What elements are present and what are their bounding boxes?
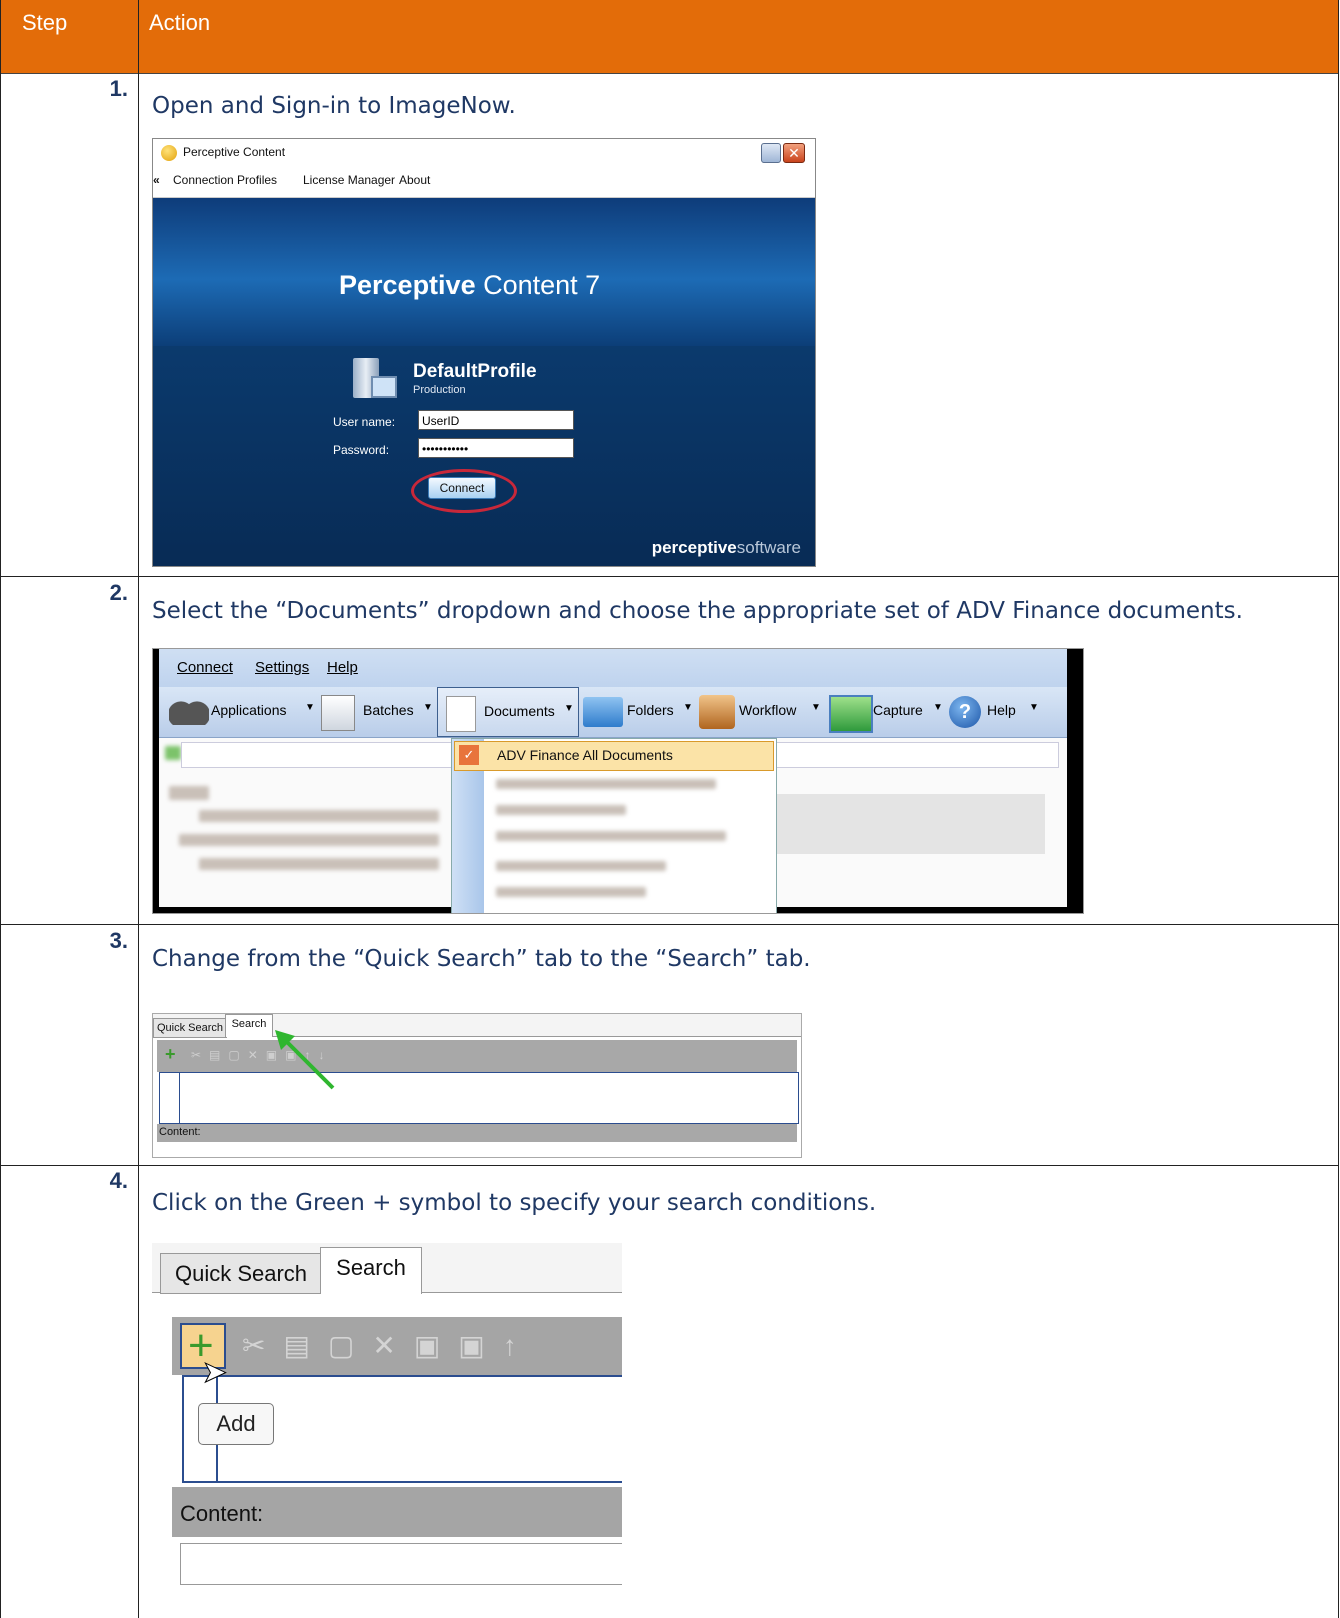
grid-line (0, 0, 1, 1618)
header-step: Step (22, 10, 68, 35)
window-title: Perceptive Content (183, 145, 286, 159)
step-number: 1. (109, 76, 128, 101)
chevron-down-icon: ▼ (811, 702, 821, 713)
menu-about[interactable]: About (399, 173, 430, 187)
search-tabs-screenshot: Quick Search Search + ✂▤▢✕▣▣↑↓ Content: (152, 1013, 802, 1158)
toolbar-icons: ✂▤▢✕▣▣↑ (242, 1330, 535, 1361)
add-tooltip: Add (198, 1403, 274, 1445)
documents-dropdown-menu: ✓ ADV Finance All Documents (451, 738, 777, 913)
footer-logo: perceptivesoftware (651, 538, 801, 557)
workflow-icon (699, 695, 735, 729)
minimize-icon[interactable] (761, 143, 781, 163)
toolbar-documents: Documents (484, 703, 555, 719)
toolbar-applications[interactable]: Applications (211, 702, 287, 718)
dropdown-item-label: ADV Finance All Documents (497, 747, 673, 763)
app-toolbar: Applications ▼ Batches ▼ Documents ▼ Fol… (159, 687, 1067, 738)
login-banner: Perceptive Content 7 (153, 198, 815, 346)
app-menubar: Connect Settings Help (159, 649, 1067, 687)
close-icon[interactable]: ✕ (783, 143, 805, 163)
username-input[interactable]: UserID (418, 410, 574, 430)
tab-quick-search[interactable]: Quick Search (160, 1253, 322, 1294)
toolbar-workflow[interactable]: Workflow (739, 702, 796, 718)
add-condition-screenshot: Quick Search Search + ✂▤▢✕▣▣↑ ➤ Add Cont… (152, 1243, 622, 1611)
content-input[interactable] (180, 1543, 622, 1585)
grid-line (1338, 0, 1339, 1618)
username-label: User name: (333, 415, 396, 429)
password-label: Password: (333, 443, 390, 457)
header-action: Action (149, 10, 211, 35)
add-icon[interactable]: + (165, 1044, 176, 1065)
menu-help[interactable]: Help (327, 659, 358, 676)
help-icon: ? (949, 696, 981, 728)
step-text: Click on the Green + symbol to specify y… (152, 1190, 877, 1216)
grid-line (0, 1165, 1339, 1166)
brand-title: Perceptive Content 7 (339, 270, 601, 300)
app-window: Connect Settings Help Applications ▼ Bat… (159, 649, 1067, 913)
tab-search[interactable]: Search (320, 1247, 422, 1294)
collapse-icon[interactable]: « (153, 173, 160, 187)
profile-name: DefaultProfile (413, 361, 537, 382)
chevron-down-icon: ▼ (564, 703, 574, 714)
cursor-icon: ➤ (201, 1356, 228, 1390)
chevron-down-icon: ▼ (305, 702, 315, 713)
step-text: Change from the “Quick Search” tab to th… (152, 946, 811, 972)
arrow-icon (275, 1030, 335, 1090)
documents-button[interactable]: Documents ▼ (437, 687, 579, 737)
step-number: 2. (109, 580, 128, 605)
step-text: Select the “Documents” dropdown and choo… (152, 598, 1243, 624)
check-icon: ✓ (459, 745, 479, 765)
content-label: Content: (159, 1126, 201, 1138)
password-input[interactable]: ••••••••••• (418, 438, 574, 458)
login-window-screenshot: Perceptive Content ✕ « Connection Profil… (152, 138, 816, 567)
window-titlebar: Perceptive Content ✕ (153, 139, 815, 167)
toolbar-capture[interactable]: Capture (873, 702, 923, 718)
menu-connection-profiles[interactable]: Connection Profiles (173, 173, 277, 187)
grid-line (0, 924, 1339, 925)
documents-menu-screenshot: Connect Settings Help Applications ▼ Bat… (152, 648, 1084, 914)
tab-search[interactable]: Search (225, 1014, 273, 1037)
login-menubar: « Connection Profiles License Manager Ab… (153, 167, 815, 198)
app-logo-icon (161, 145, 177, 161)
batches-icon (321, 695, 355, 731)
menu-settings[interactable]: Settings (255, 659, 309, 676)
dropdown-item-selected[interactable]: ✓ ADV Finance All Documents (454, 741, 774, 771)
chevron-down-icon: ▼ (1029, 702, 1039, 713)
toolbar-folders[interactable]: Folders (627, 702, 674, 718)
folder-icon (583, 697, 623, 727)
chevron-down-icon: ▼ (933, 702, 943, 713)
capture-icon (829, 695, 873, 733)
toolbar-batches[interactable]: Batches (363, 702, 414, 718)
chevron-down-icon: ▼ (683, 702, 693, 713)
binoculars-icon (169, 699, 209, 725)
menu-connect[interactable]: Connect (177, 659, 233, 676)
table-header: Step Action (0, 0, 1339, 74)
monitor-icon (371, 376, 397, 398)
connect-button[interactable]: Connect (428, 477, 496, 499)
step-number: 4. (109, 1168, 128, 1193)
step-number: 3. (109, 928, 128, 953)
grid-line (138, 0, 139, 1618)
content-label: Content: (180, 1501, 264, 1526)
grid-line (0, 576, 1339, 577)
login-form-area: DefaultProfile Production User name: Use… (153, 346, 815, 566)
document-icon (446, 696, 476, 732)
chevron-down-icon: ▼ (423, 702, 433, 713)
tab-quick-search[interactable]: Quick Search (153, 1018, 227, 1038)
step-text: Open and Sign-in to ImageNow. (152, 93, 516, 119)
profile-environment: Production (413, 384, 466, 396)
menu-license-manager[interactable]: License Manager (303, 173, 395, 187)
toolbar-help[interactable]: Help (987, 702, 1016, 718)
